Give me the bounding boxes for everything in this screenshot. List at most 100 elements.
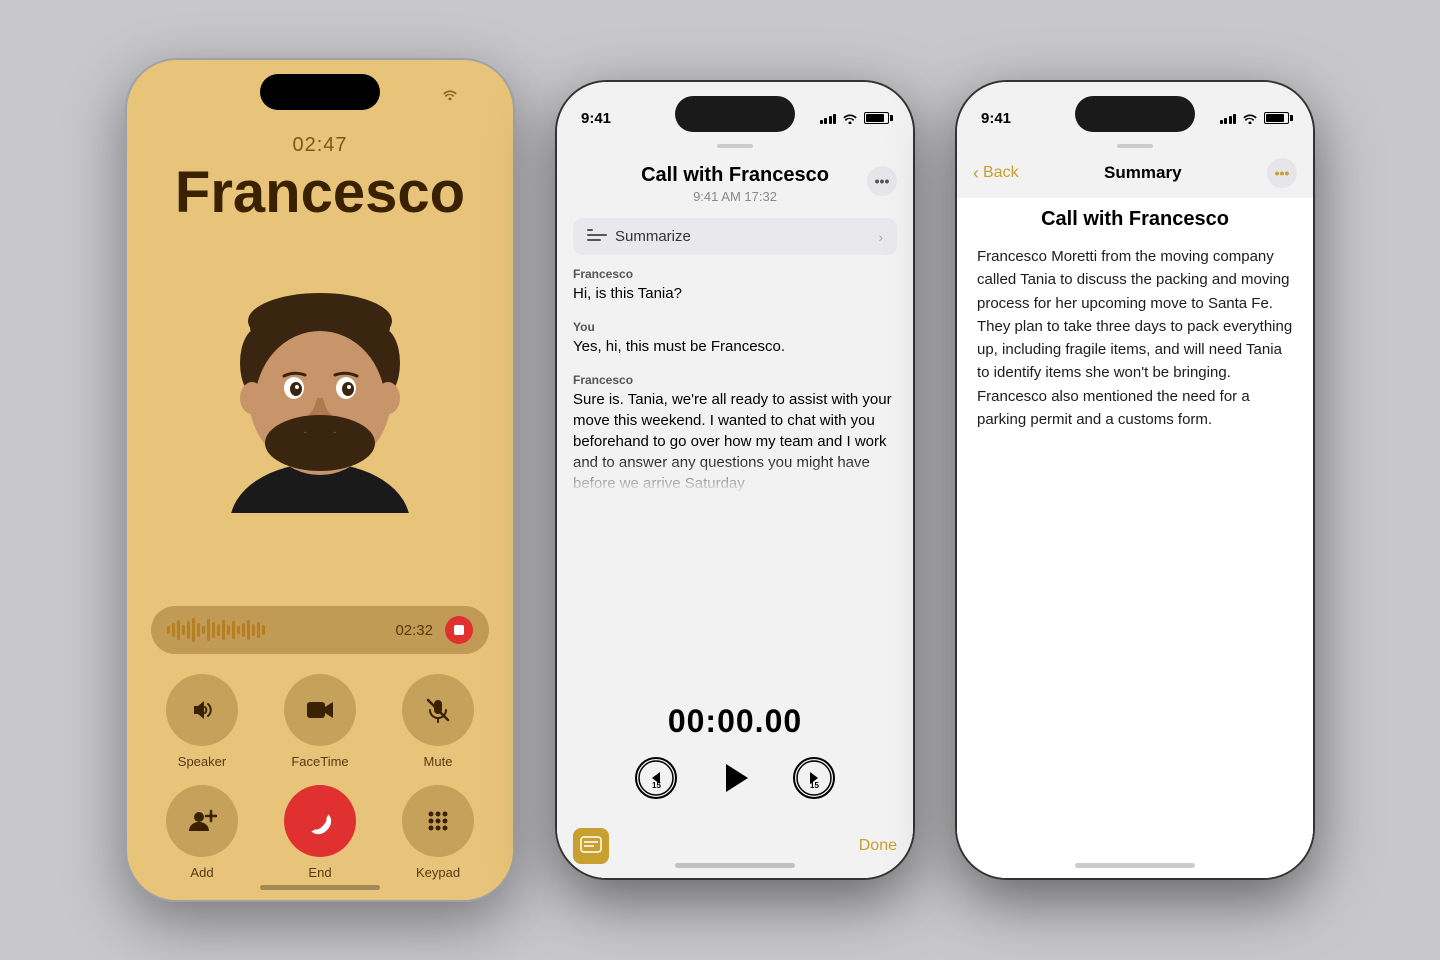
mute-icon [424, 696, 452, 724]
battery-icon-1 [464, 88, 489, 100]
transcript-block-1: You Yes, hi, this must be Francesco. [573, 320, 897, 357]
playback-time: 00:00.00 [668, 703, 802, 740]
transcript-subtitle: 9:41 AM 17:32 [577, 189, 893, 204]
transcript-scroll: Francesco Hi, is this Tania? You Yes, hi… [557, 267, 913, 693]
signal-bar-3 [429, 92, 432, 100]
wave-bar [167, 626, 170, 634]
transcript-block-0: Francesco Hi, is this Tania? [573, 267, 897, 304]
signal-bars-3 [1220, 112, 1237, 124]
speaker-circle [166, 674, 238, 746]
record-stop-icon [454, 625, 464, 635]
more-options-button[interactable]: ••• [867, 166, 897, 196]
signal-bar-4 [433, 90, 436, 100]
back-button[interactable]: ‹ Back [973, 164, 1019, 182]
recording-bar: 02:32 [151, 606, 489, 654]
phone-3-content: 9:41 ‹ Back [957, 82, 1313, 878]
svg-text:15: 15 [652, 781, 661, 790]
summarize-chevron-icon: › [878, 229, 883, 245]
add-label: Add [190, 865, 213, 880]
playback-section: 00:00.00 15 15 [557, 693, 913, 820]
caller-name: Francesco [127, 161, 513, 225]
phone-2-frame: 9:41 Call with Francesco 9:41 AM [555, 80, 915, 880]
back-chevron-icon: ‹ [973, 164, 979, 182]
facetime-circle [284, 674, 356, 746]
memoji-container [127, 233, 513, 606]
battery-icon-2 [864, 112, 889, 124]
facetime-button[interactable]: FaceTime [269, 674, 371, 769]
dynamic-island-2 [675, 96, 795, 132]
more-icon: ••• [1275, 165, 1290, 181]
add-button[interactable]: Add [151, 785, 253, 880]
end-circle [284, 785, 356, 857]
phone-1-frame: 9:41 02:47 Francesco [125, 58, 515, 902]
skip-forward-button[interactable]: 15 [793, 757, 835, 799]
mute-label: Mute [424, 754, 453, 769]
status-time-3: 9:41 [981, 110, 1011, 127]
transcript-block-2: Francesco Sure is. Tania, we're all read… [573, 373, 897, 494]
play-button[interactable] [709, 752, 761, 804]
play-icon [726, 764, 748, 792]
transcript-text-2: Sure is. Tania, we're all ready to assis… [573, 389, 897, 494]
mute-circle [402, 674, 474, 746]
add-contact-icon [187, 807, 217, 835]
wifi-icon-2 [842, 112, 858, 124]
record-stop-button[interactable] [445, 616, 473, 644]
transcript-speaker-0: Francesco [573, 267, 897, 281]
dynamic-island-1 [260, 74, 380, 110]
rec-timer: 02:32 [395, 622, 433, 639]
speaker-button[interactable]: Speaker [151, 674, 253, 769]
summary-call-title: Call with Francesco [977, 208, 1293, 231]
speaker-label: Speaker [178, 754, 226, 769]
done-button[interactable]: Done [859, 837, 897, 855]
bubble-icon [580, 836, 602, 856]
summary-body: Call with Francesco Francesco Moretti fr… [957, 198, 1313, 878]
svg-text:15: 15 [810, 781, 819, 790]
home-indicator-2 [675, 863, 795, 868]
status-icons-1 [420, 88, 490, 100]
status-time-2: 9:41 [581, 110, 611, 127]
status-time-1: 9:41 [151, 86, 181, 103]
transcript-text-1: Yes, hi, this must be Francesco. [573, 336, 897, 357]
phone-3-frame: 9:41 ‹ Back [955, 80, 1315, 880]
keypad-circle [402, 785, 474, 857]
call-timer: 02:47 [127, 134, 513, 157]
end-call-button[interactable]: End [269, 785, 371, 880]
keypad-icon [425, 808, 451, 834]
summarize-label: Summarize [615, 228, 870, 245]
end-label: End [308, 865, 331, 880]
transcript-header: Call with Francesco 9:41 AM 17:32 ••• [557, 148, 913, 214]
summary-nav: ‹ Back Summary ••• [957, 148, 1313, 198]
mute-button[interactable]: Mute [387, 674, 489, 769]
back-label: Back [983, 164, 1019, 182]
add-circle [166, 785, 238, 857]
waveform [167, 618, 383, 642]
signal-bar-1 [420, 96, 423, 100]
summarize-button[interactable]: Summarize › [573, 218, 897, 255]
transcript-icon-button[interactable] [573, 828, 609, 864]
dynamic-island-3 [1075, 96, 1195, 132]
home-indicator-3 [1075, 863, 1195, 868]
summary-nav-title: Summary [1104, 163, 1181, 183]
status-icons-3 [1220, 112, 1290, 124]
summarize-icon [587, 229, 607, 245]
phone-1-content: 9:41 02:47 Francesco [127, 60, 513, 900]
battery-icon-3 [1264, 112, 1289, 124]
keypad-label: Keypad [416, 865, 460, 880]
transcript-speaker-1: You [573, 320, 897, 334]
skip-forward-icon: 15 [796, 760, 832, 796]
facetime-label: FaceTime [291, 754, 348, 769]
skip-back-button[interactable]: 15 [635, 757, 677, 799]
wifi-icon-3 [1242, 112, 1258, 124]
transcript-text-0: Hi, is this Tania? [573, 283, 897, 304]
speaker-icon [188, 696, 216, 724]
summary-text: Francesco Moretti from the moving compan… [977, 245, 1293, 431]
call-controls: Speaker FaceTime [127, 654, 513, 900]
transcript-title: Call with Francesco [577, 164, 893, 187]
signal-bar-2 [424, 94, 427, 100]
facetime-icon [306, 698, 334, 722]
summary-more-button[interactable]: ••• [1267, 158, 1297, 188]
keypad-button[interactable]: Keypad [387, 785, 489, 880]
phone2-bottom: Done [557, 820, 913, 878]
phone-2-content: 9:41 Call with Francesco 9:41 AM [557, 82, 913, 878]
signal-bars-2 [820, 112, 837, 124]
